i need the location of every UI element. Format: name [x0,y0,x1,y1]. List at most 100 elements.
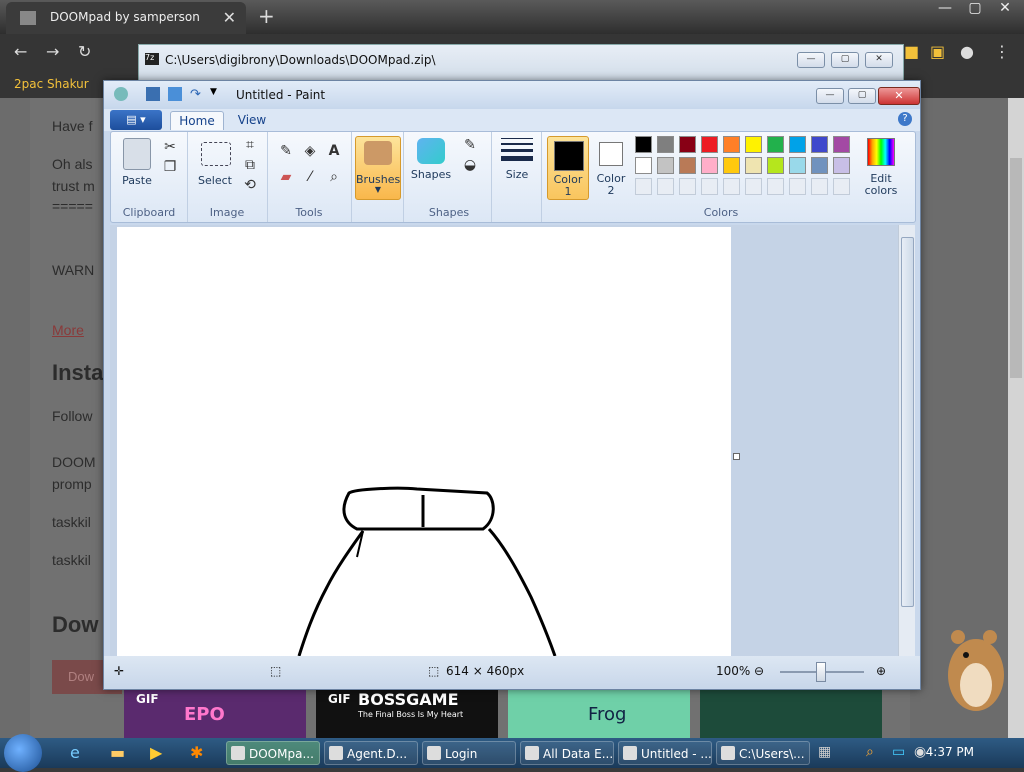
page-link[interactable]: More [52,322,84,338]
select-button[interactable]: Select [195,174,235,187]
copy-icon[interactable]: ❐ [161,158,179,176]
rotate-icon[interactable]: ⟲ [241,176,259,194]
paint-app-icon[interactable] [114,87,128,101]
zip-close-button[interactable]: ✕ [865,52,893,68]
zoom-in-icon[interactable]: ⊕ [876,664,886,678]
color-swatch[interactable] [635,178,652,195]
color1-button[interactable]: Color 1 [547,136,589,200]
taskbar-7zip[interactable]: C:\Users\... [716,741,810,765]
color-swatch[interactable] [833,157,850,174]
browser-tab[interactable]: DOOMpad by samperson ✕ [6,2,246,34]
color-swatch[interactable] [679,157,696,174]
help-icon[interactable]: ? [898,112,912,126]
start-button[interactable] [4,734,42,772]
close-button[interactable]: ✕ [990,0,1020,16]
tab-view[interactable]: View [232,111,272,129]
color-swatch[interactable] [701,136,718,153]
size-lines-icon[interactable] [501,138,533,165]
maximize-button[interactable]: ▢ [960,0,990,16]
tray-volume-icon[interactable]: ◉ [914,744,926,760]
color-swatch[interactable] [789,157,806,174]
color-swatch[interactable] [701,157,718,174]
taskbar-paint[interactable]: Untitled - ... [618,741,712,765]
pencil-icon[interactable]: ✎ [277,142,295,160]
tab-close-icon[interactable]: ✕ [223,8,236,27]
color-swatch[interactable] [657,136,674,153]
scrollbar-thumb[interactable] [1010,158,1022,378]
paste-button[interactable]: Paste [117,174,157,187]
taskbar-agent[interactable]: Agent.D... [324,741,418,765]
color-swatch[interactable] [767,136,784,153]
color-swatch[interactable] [657,157,674,174]
browser-scrollbar[interactable] [1008,98,1024,738]
game-thumbnail[interactable]: GIF EPO [124,690,306,738]
tab-home[interactable]: Home [170,111,224,130]
zip-maximize-button[interactable]: ▢ [831,52,859,68]
scrollbar-thumb[interactable] [901,237,914,607]
magnifier-icon[interactable]: ⌕ [325,168,343,186]
text-icon[interactable]: A [325,142,343,160]
edit-colors-button[interactable]: Edit colors [857,136,905,198]
color-swatch[interactable] [767,157,784,174]
shapes-button[interactable]: Shapes [409,168,453,181]
forward-arrow-icon[interactable]: → [46,42,59,61]
drawing-canvas[interactable] [117,227,731,657]
color-swatch[interactable] [745,136,762,153]
profile-avatar-icon[interactable]: ● [960,42,974,61]
color-swatch[interactable] [745,178,762,195]
zip-minimize-button[interactable]: — [797,52,825,68]
color-swatch[interactable] [635,136,652,153]
color-swatch[interactable] [723,157,740,174]
redo-icon[interactable]: ↷ [190,87,204,102]
color-swatch[interactable] [767,178,784,195]
tray-search-icon[interactable]: ⌕ [866,744,874,760]
select-icon[interactable] [201,142,231,166]
color-swatch[interactable] [679,136,696,153]
paint-maximize-button[interactable]: ▢ [848,88,876,104]
taskbar-login[interactable]: Login [422,741,516,765]
color-swatch[interactable] [723,178,740,195]
game-thumbnail[interactable]: Frog [508,690,690,738]
bookmark-item[interactable]: 2pac Shakur [14,77,89,91]
file-menu-button[interactable]: ▤ ▾ [110,110,162,130]
color-swatch[interactable] [811,178,828,195]
taskbar-all-data[interactable]: All Data E... [520,741,614,765]
paint-minimize-button[interactable]: — [816,88,844,104]
eraser-icon[interactable]: ▰ [277,168,295,186]
fill-icon[interactable]: ◈ [301,142,319,160]
back-arrow-icon[interactable]: ← [14,42,27,61]
paste-icon[interactable] [123,138,151,170]
color-swatch[interactable] [635,157,652,174]
tray-app-icon[interactable]: ▦ [818,744,831,760]
size-button[interactable]: Size [495,168,539,181]
menu-kebab-icon[interactable]: ⋮ [994,42,1010,61]
undo-icon[interactable] [168,87,182,101]
new-tab-button[interactable]: + [258,4,275,28]
canvas-resize-handle[interactable] [733,453,740,460]
game-thumbnail[interactable] [700,690,882,738]
color-swatch[interactable] [701,178,718,195]
color-swatch[interactable] [723,136,740,153]
color-swatch[interactable] [789,178,806,195]
fill-shape-icon[interactable]: ◒ [461,156,479,174]
minimize-button[interactable]: — [930,0,960,16]
canvas-vertical-scrollbar[interactable] [898,225,915,656]
shapes-icon[interactable] [417,138,445,164]
extension-icon[interactable]: ■ [904,42,919,61]
tray-network-icon[interactable]: ▭ [892,744,905,760]
color-swatch[interactable] [811,136,828,153]
zoom-slider-thumb[interactable] [816,662,826,682]
color2-button[interactable]: Color 2 [591,136,631,198]
save-icon[interactable] [146,87,160,101]
taskbar-chrome[interactable]: DOOMpa... [226,741,320,765]
color-swatch[interactable] [833,136,850,153]
color-swatch[interactable] [679,178,696,195]
explorer-icon[interactable]: ▬ [110,743,125,762]
resize-icon[interactable]: ⧉ [241,156,259,174]
brushes-button[interactable]: Brushes ▼ [355,136,401,200]
color-swatch[interactable] [789,136,806,153]
ie-icon[interactable]: e [70,743,80,762]
paint-close-button[interactable]: ✕ [878,87,920,105]
game-thumbnail[interactable]: GIF BOSSGAME The Final Boss Is My Heart [316,690,498,738]
crop-icon[interactable]: ⌗ [241,136,259,154]
